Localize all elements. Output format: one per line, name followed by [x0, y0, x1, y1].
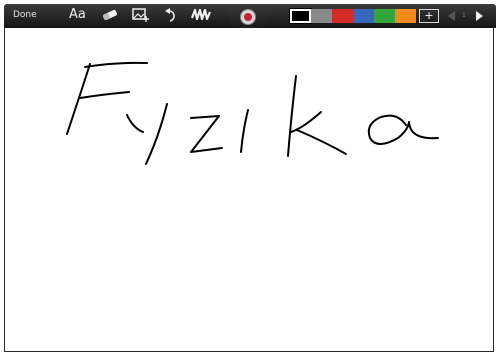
color-swatch-red[interactable] [332, 9, 353, 23]
done-button[interactable]: Done [13, 10, 37, 20]
next-page-icon[interactable] [476, 11, 483, 21]
undo-icon[interactable] [161, 6, 181, 24]
letter-y-left [126, 114, 144, 133]
letter-k-stem [287, 75, 297, 157]
letter-k-leg [296, 129, 347, 155]
eraser-icon[interactable] [100, 6, 120, 24]
letter-z [190, 115, 223, 153]
add-color-button[interactable]: + [419, 9, 439, 23]
previous-page-icon[interactable] [448, 11, 455, 21]
drawing-canvas[interactable] [4, 28, 494, 352]
letter-a [367, 114, 439, 145]
page-number: 1 [462, 12, 466, 19]
record-button[interactable] [240, 9, 256, 25]
insert-image-icon[interactable] [131, 6, 151, 24]
letter-k-arm [290, 111, 322, 133]
whiteboard-app: Done Aa + 1 [0, 0, 500, 358]
letter-f-stem [66, 63, 91, 135]
color-swatch-black[interactable] [289, 8, 312, 24]
color-swatch-blue[interactable] [353, 9, 374, 23]
color-palette [289, 8, 416, 24]
clear-scribble-icon[interactable] [190, 6, 212, 24]
handwriting-fyzika [66, 61, 439, 165]
letter-y-stroke [145, 103, 168, 165]
color-swatch-gray[interactable] [311, 9, 332, 23]
color-swatch-green[interactable] [374, 9, 395, 23]
text-tool-button[interactable]: Aa [69, 7, 86, 22]
letter-i-stem [240, 109, 249, 153]
letter-f-top-bar [84, 61, 148, 68]
letter-f-mid-bar [79, 91, 130, 99]
color-swatch-orange[interactable] [395, 9, 416, 23]
record-icon [244, 13, 252, 21]
